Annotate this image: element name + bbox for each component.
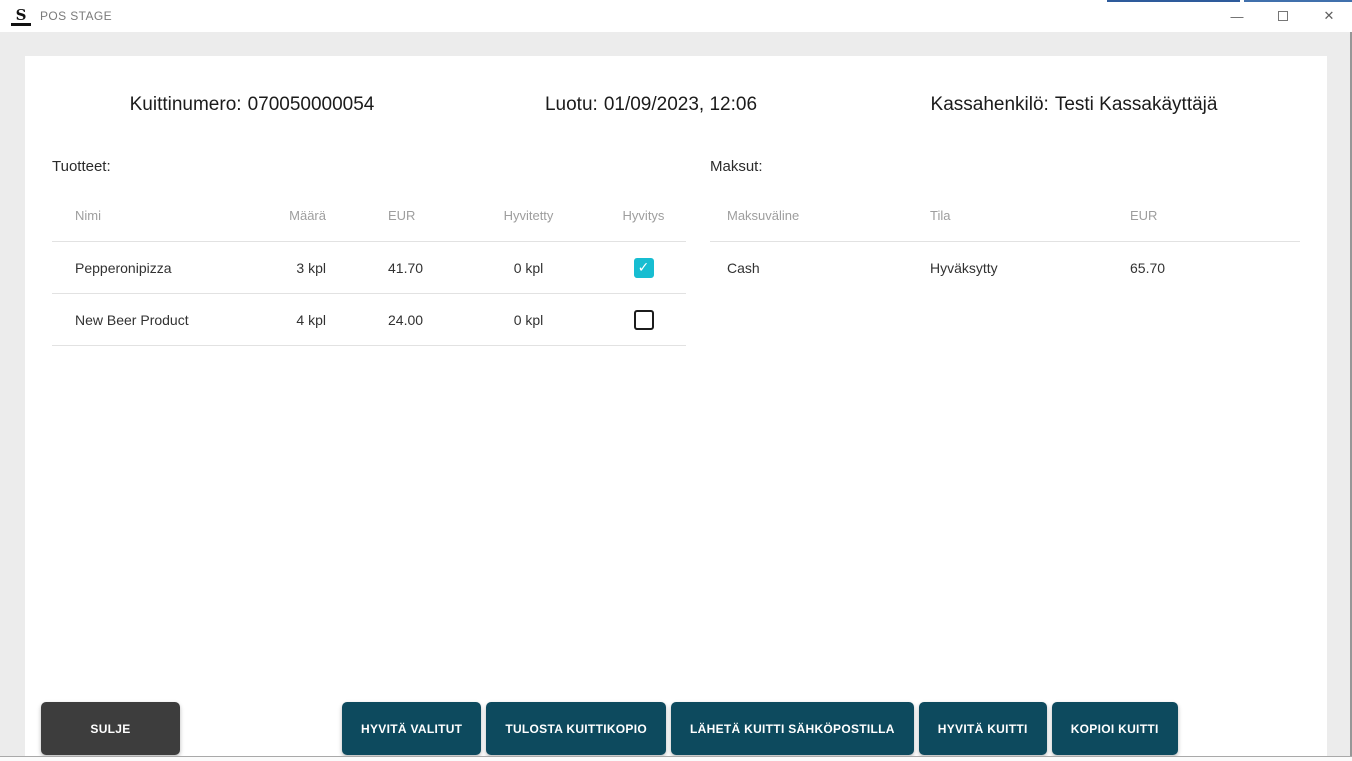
table-row: Pepperonipizza 3 kpl 41.70 0 kpl ✓ (52, 242, 686, 294)
table-row: Cash Hyväksytty 65.70 (710, 242, 1300, 294)
close-icon: ✕ (1324, 8, 1335, 24)
products-section: Tuotteet: Nimi Määrä EUR Hyvitetty Hyvit… (52, 158, 686, 346)
products-section-title: Tuotteet: (52, 158, 686, 175)
minimize-button[interactable]: — (1214, 0, 1260, 32)
receipt-number-value: 070050000054 (248, 94, 375, 115)
column-header-refunded: Hyvitetty (456, 208, 601, 223)
product-name: Pepperonipizza (52, 260, 246, 276)
product-quantity: 3 kpl (246, 260, 326, 276)
product-quantity: 4 kpl (246, 312, 326, 328)
column-header-name: Nimi (52, 208, 246, 223)
background-window-top-edge-2 (1244, 0, 1352, 2)
column-header-eur: EUR (326, 208, 456, 223)
created-datetime: Luotu: 01/09/2023, 12:06 (545, 94, 757, 116)
cashier-label: Kassahenkilö: (931, 94, 1049, 115)
close-receipt-button[interactable]: SULJE (41, 702, 180, 755)
created-label: Luotu: (545, 94, 598, 115)
receipt-number: Kuittinumero: 070050000054 (130, 94, 375, 116)
email-receipt-button[interactable]: LÄHETÄ KUITTI SÄHKÖPOSTILLA (671, 702, 914, 755)
column-header-payment-method: Maksuväline (710, 208, 930, 223)
column-header-eur: EUR (1130, 208, 1300, 223)
refund-checkbox[interactable]: ✓ (634, 258, 654, 278)
print-receipt-copy-button[interactable]: TULOSTA KUITTIKOPIO (486, 702, 666, 755)
column-header-refund: Hyvitys (601, 208, 686, 223)
app-logo-icon: S (11, 6, 31, 26)
maximize-icon (1278, 11, 1288, 21)
cashier-value: Testi Kassakäyttäjä (1055, 94, 1218, 115)
close-button[interactable]: ✕ (1306, 0, 1352, 32)
refund-selected-button[interactable]: HYVITÄ VALITUT (342, 702, 481, 755)
window-title: POS STAGE (40, 9, 112, 23)
maximize-button[interactable] (1260, 0, 1306, 32)
product-refunded: 0 kpl (456, 312, 601, 328)
product-name: New Beer Product (52, 312, 246, 328)
payments-table-header: Maksuväline Tila EUR (710, 189, 1300, 242)
products-table-header: Nimi Määrä EUR Hyvitetty Hyvitys (52, 189, 686, 242)
payments-section: Maksut: Maksuväline Tila EUR Cash Hyväks… (710, 158, 1300, 346)
receipt-number-label: Kuittinumero: (130, 94, 242, 115)
background-window-top-edge (1107, 0, 1240, 2)
product-eur: 41.70 (326, 260, 456, 276)
created-value: 01/09/2023, 12:06 (604, 94, 757, 115)
minimize-icon: — (1231, 9, 1244, 24)
window-bottom-fill (0, 757, 1352, 761)
footer-actions: HYVITÄ VALITUT TULOSTA KUITTIKOPIO LÄHET… (342, 702, 1178, 755)
title-bar: S POS STAGE — ✕ (0, 0, 1352, 32)
table-row: New Beer Product 4 kpl 24.00 0 kpl ✓ (52, 294, 686, 346)
payment-eur: 65.70 (1130, 260, 1300, 276)
refund-receipt-button[interactable]: HYVITÄ KUITTI (919, 702, 1047, 755)
refund-checkbox[interactable]: ✓ (634, 310, 654, 330)
cashier: Kassahenkilö: Testi Kassakäyttäjä (931, 94, 1218, 116)
window-controls: — ✕ (1214, 0, 1352, 32)
product-refunded: 0 kpl (456, 260, 601, 276)
receipt-header: Kuittinumero: 070050000054 Luotu: 01/09/20… (25, 94, 1327, 116)
payment-status: Hyväksytty (930, 260, 1130, 276)
copy-receipt-button[interactable]: KOPIOI KUITTI (1052, 702, 1178, 755)
column-header-quantity: Määrä (246, 208, 326, 223)
payment-method: Cash (710, 260, 930, 276)
receipt-detail-panel: Kuittinumero: 070050000054 Luotu: 01/09/20… (25, 56, 1327, 756)
payments-section-title: Maksut: (710, 158, 1300, 175)
checkmark-icon: ✓ (638, 259, 650, 276)
column-header-status: Tila (930, 208, 1130, 223)
product-eur: 24.00 (326, 312, 456, 328)
